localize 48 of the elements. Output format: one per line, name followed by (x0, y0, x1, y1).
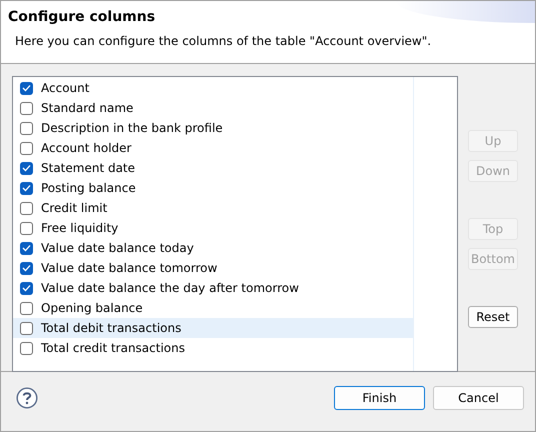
checkbox[interactable] (20, 82, 33, 94)
checkbox[interactable] (20, 182, 33, 194)
list-row[interactable]: Total debit transactions (13, 318, 413, 338)
list-row[interactable]: Total credit transactions (13, 338, 413, 358)
list-row[interactable]: Account holder (13, 138, 413, 158)
column-label: Total debit transactions (41, 321, 182, 335)
checkbox[interactable] (20, 262, 33, 274)
list-row[interactable]: Value date balance the day after tomorrow (13, 278, 413, 298)
checkbox[interactable] (20, 222, 33, 234)
column-label: Account (41, 81, 90, 95)
list-row[interactable]: Free liquidity (13, 218, 413, 238)
column-label: Value date balance today (41, 241, 194, 255)
column-label: Posting balance (41, 181, 136, 195)
list-row[interactable]: Posting balance (13, 178, 413, 198)
checkbox[interactable] (20, 102, 33, 114)
checkbox[interactable] (20, 242, 33, 254)
list-row[interactable]: Account (13, 78, 413, 98)
dialog-button[interactable]: Cancel (433, 386, 524, 410)
dialog-description: Here you can configure the columns of the table "Account overview". (15, 34, 432, 48)
list-row[interactable]: Value date balance tomorrow (13, 258, 413, 278)
column-label: Total credit transactions (41, 341, 185, 355)
column-label: Standard name (41, 101, 134, 115)
column-label: Credit limit (41, 201, 108, 215)
checkbox[interactable] (20, 122, 33, 134)
list-row[interactable]: Opening balance (13, 298, 413, 318)
help-icon[interactable] (16, 387, 38, 409)
column-label: Free liquidity (41, 221, 118, 235)
column-label: Value date balance the day after tomorrow (41, 281, 299, 295)
list-row[interactable]: Credit limit (13, 198, 413, 218)
checkbox[interactable] (20, 282, 33, 294)
list-row[interactable]: Value date balance today (13, 238, 413, 258)
column-label: Opening balance (41, 301, 143, 315)
list-row[interactable]: Description in the bank profile (13, 118, 413, 138)
column-label: Statement date (41, 161, 136, 175)
column-label: Account holder (41, 141, 132, 155)
list-row[interactable]: Standard name (13, 98, 413, 118)
column-label: Description in the bank profile (41, 121, 223, 135)
checkbox[interactable] (20, 302, 33, 314)
checkbox[interactable] (20, 322, 33, 334)
checkbox[interactable] (20, 202, 33, 214)
checkbox[interactable] (20, 342, 33, 354)
checkbox[interactable] (20, 142, 33, 154)
checkbox[interactable] (20, 162, 33, 174)
list-row[interactable]: Statement date (13, 158, 413, 178)
dialog-button[interactable]: Finish (334, 386, 425, 410)
dialog-title: Configure columns (8, 9, 156, 25)
side-button[interactable]: Reset (468, 306, 518, 328)
column-label: Value date balance tomorrow (41, 261, 218, 275)
